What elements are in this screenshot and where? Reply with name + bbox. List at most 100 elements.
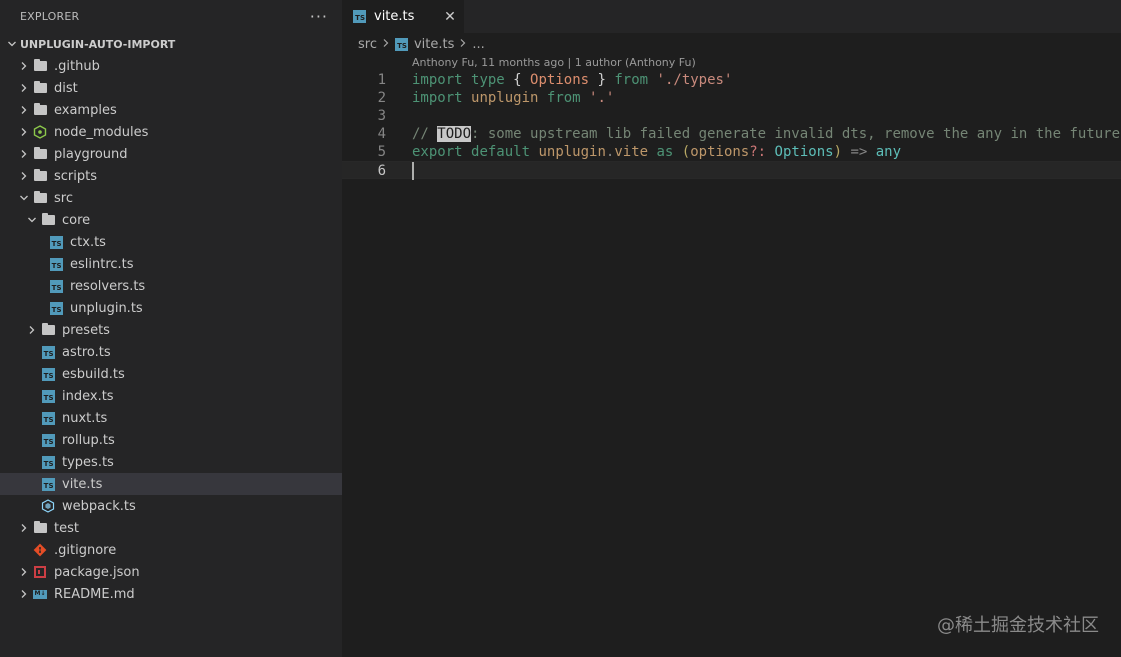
breadcrumb-folder[interactable]: src xyxy=(358,37,377,52)
tree-folder[interactable]: src xyxy=(0,187,342,209)
node-modules-icon xyxy=(32,124,48,140)
tree-folder[interactable]: dist xyxy=(0,77,342,99)
tree-item-label: test xyxy=(54,520,79,536)
tree-folder[interactable]: presets xyxy=(0,319,342,341)
more-actions-icon[interactable]: ··· xyxy=(310,7,328,26)
code-line[interactable]: 3 xyxy=(342,107,1121,125)
tree-file[interactable]: TS astro.ts xyxy=(0,341,342,363)
tree-file[interactable]: .gitignore xyxy=(0,539,342,561)
breadcrumb-symbols[interactable]: ... xyxy=(472,37,484,52)
tree-item-label: eslintrc.ts xyxy=(70,256,134,272)
code-line[interactable]: 4// TODO: some upstream lib failed gener… xyxy=(342,125,1121,143)
typescript-file-icon: TS xyxy=(40,366,56,382)
git-blame-codelens[interactable]: Anthony Fu, 11 months ago | 1 author (An… xyxy=(342,55,1121,71)
tree-file[interactable]: TS esbuild.ts xyxy=(0,363,342,385)
tree-file[interactable]: TS ctx.ts xyxy=(0,231,342,253)
tree-file[interactable]: TS vite.ts xyxy=(0,473,342,495)
chevron-right-icon xyxy=(16,165,32,187)
tree-file[interactable]: webpack.ts xyxy=(0,495,342,517)
tree-file[interactable]: TS nuxt.ts xyxy=(0,407,342,429)
line-number: 6 xyxy=(377,163,386,179)
chevron-right-icon xyxy=(16,77,32,99)
tree-folder[interactable]: scripts xyxy=(0,165,342,187)
tree-folder[interactable]: core xyxy=(0,209,342,231)
project-name: UNPLUGIN-AUTO-IMPORT xyxy=(20,37,176,51)
folder-icon xyxy=(32,146,48,162)
typescript-file-icon: TS xyxy=(48,278,64,294)
tree-item-label: .github xyxy=(54,58,100,74)
chevron-right-icon xyxy=(16,99,32,121)
tree-item-label: core xyxy=(62,212,91,228)
chevron-down-icon xyxy=(16,187,32,209)
git-file-icon xyxy=(32,542,48,558)
line-number: 4 xyxy=(377,126,386,142)
tree-item-label: types.ts xyxy=(62,454,114,470)
code-line[interactable]: 5 export default unplugin.vite as (option… xyxy=(342,143,1121,161)
chevron-right-icon xyxy=(16,517,32,539)
code-line[interactable]: 1 import type { Options } from './types' xyxy=(342,71,1121,89)
chevron-right-icon xyxy=(24,319,40,341)
tree-item-label: presets xyxy=(62,322,110,338)
tree-item-label: dist xyxy=(54,80,78,96)
line-number: 2 xyxy=(377,90,386,106)
tree-item-label: ctx.ts xyxy=(70,234,106,250)
code-line[interactable]: 2 import unplugin from '.' xyxy=(342,89,1121,107)
breadcrumb-file[interactable]: vite.ts xyxy=(414,37,454,52)
tree-folder[interactable]: playground xyxy=(0,143,342,165)
tree-folder[interactable]: test xyxy=(0,517,342,539)
tree-file[interactable]: M↓ README.md xyxy=(0,583,342,605)
typescript-file-icon: TS xyxy=(353,10,366,23)
tree-file[interactable]: TS eslintrc.ts xyxy=(0,253,342,275)
tree-item-label: index.ts xyxy=(62,388,114,404)
tree-file[interactable]: TS unplugin.ts xyxy=(0,297,342,319)
file-tree: .github dist examples node_modules playgroun… xyxy=(0,55,342,605)
breadcrumb: src TS vite.ts ... xyxy=(342,33,1121,55)
typescript-file-icon: TS xyxy=(48,234,64,250)
todo-highlight: TODO xyxy=(437,126,472,142)
tree-folder[interactable]: examples xyxy=(0,99,342,121)
typescript-file-icon: TS xyxy=(40,454,56,470)
markdown-file-icon: M↓ xyxy=(33,589,47,599)
tab-label: vite.ts xyxy=(374,9,415,24)
tree-item-label: astro.ts xyxy=(62,344,111,360)
tree-file[interactable]: TS index.ts xyxy=(0,385,342,407)
folder-icon xyxy=(40,322,56,338)
code-editor[interactable]: 1 import type { Options } from './types' … xyxy=(342,71,1121,180)
tree-item-label: src xyxy=(54,190,73,206)
chevron-right-icon xyxy=(382,38,390,51)
typescript-file-icon: TS xyxy=(394,37,408,51)
typescript-file-icon: TS xyxy=(48,256,64,272)
tree-item-label: node_modules xyxy=(54,124,149,140)
tree-item-label: resolvers.ts xyxy=(70,278,146,294)
close-icon[interactable]: ✕ xyxy=(440,7,460,27)
folder-icon xyxy=(40,212,56,228)
json-file-icon xyxy=(32,564,48,580)
chevron-down-icon xyxy=(4,39,20,49)
tree-file[interactable]: TS resolvers.ts xyxy=(0,275,342,297)
project-section-header[interactable]: UNPLUGIN-AUTO-IMPORT xyxy=(0,33,342,55)
chevron-right-icon xyxy=(16,561,32,583)
tree-file[interactable]: TS types.ts xyxy=(0,451,342,473)
folder-icon xyxy=(32,190,48,206)
explorer-header: EXPLORER ··· xyxy=(0,0,342,33)
tree-file[interactable]: TS rollup.ts xyxy=(0,429,342,451)
chevron-right-icon xyxy=(16,583,32,605)
tree-item-label: .gitignore xyxy=(54,542,117,558)
tab-vite-ts[interactable]: TS vite.ts ✕ xyxy=(342,0,464,33)
current-line[interactable]: 6 xyxy=(342,161,1121,180)
tree-item-label: README.md xyxy=(54,586,135,602)
tree-folder[interactable]: node_modules xyxy=(0,121,342,143)
explorer-sidebar: EXPLORER ··· UNPLUGIN-AUTO-IMPORT .githu… xyxy=(0,0,342,657)
tree-file[interactable]: package.json xyxy=(0,561,342,583)
chevron-down-icon xyxy=(24,209,40,231)
tree-folder[interactable]: .github xyxy=(0,55,342,77)
folder-icon xyxy=(32,58,48,74)
